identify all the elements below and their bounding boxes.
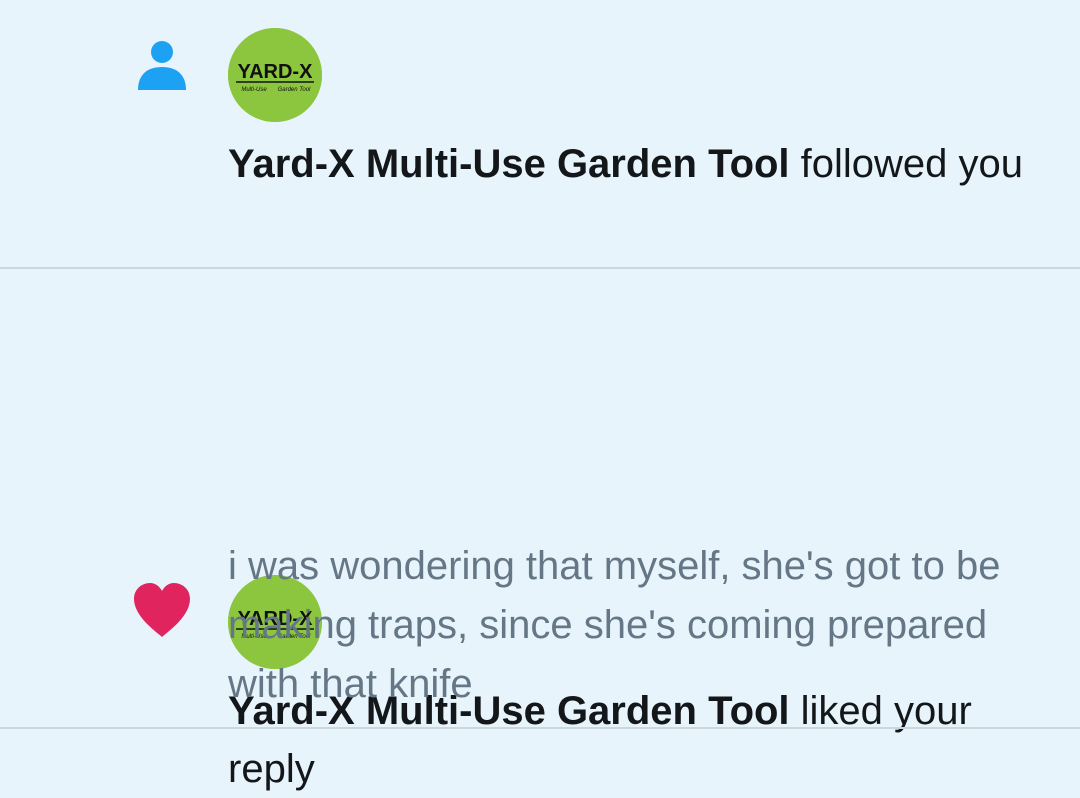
avatar[interactable]: YARD-X Multi-Use Garden Tool (228, 28, 322, 122)
svg-text:Multi-Use: Multi-Use (241, 87, 267, 93)
svg-text:YARD-X: YARD-X (238, 61, 313, 83)
person-icon (138, 41, 186, 90)
user-name[interactable]: Yard-X Multi-Use Garden Tool (228, 142, 790, 186)
svg-text:Garden Tool: Garden Tool (278, 87, 311, 93)
heart-icon (134, 583, 190, 637)
yard-x-logo: YARD-X Multi-Use Garden Tool (228, 28, 322, 122)
divider (0, 727, 1080, 729)
quoted-reply-text[interactable]: i was wondering that myself, she's got t… (228, 537, 1048, 714)
notification-follow[interactable]: YARD-X Multi-Use Garden Tool Yard-X Mult… (0, 0, 1080, 268)
notification-text: Yard-X Multi-Use Garden Tool followed yo… (228, 135, 1048, 193)
action-text: followed you (789, 142, 1024, 186)
